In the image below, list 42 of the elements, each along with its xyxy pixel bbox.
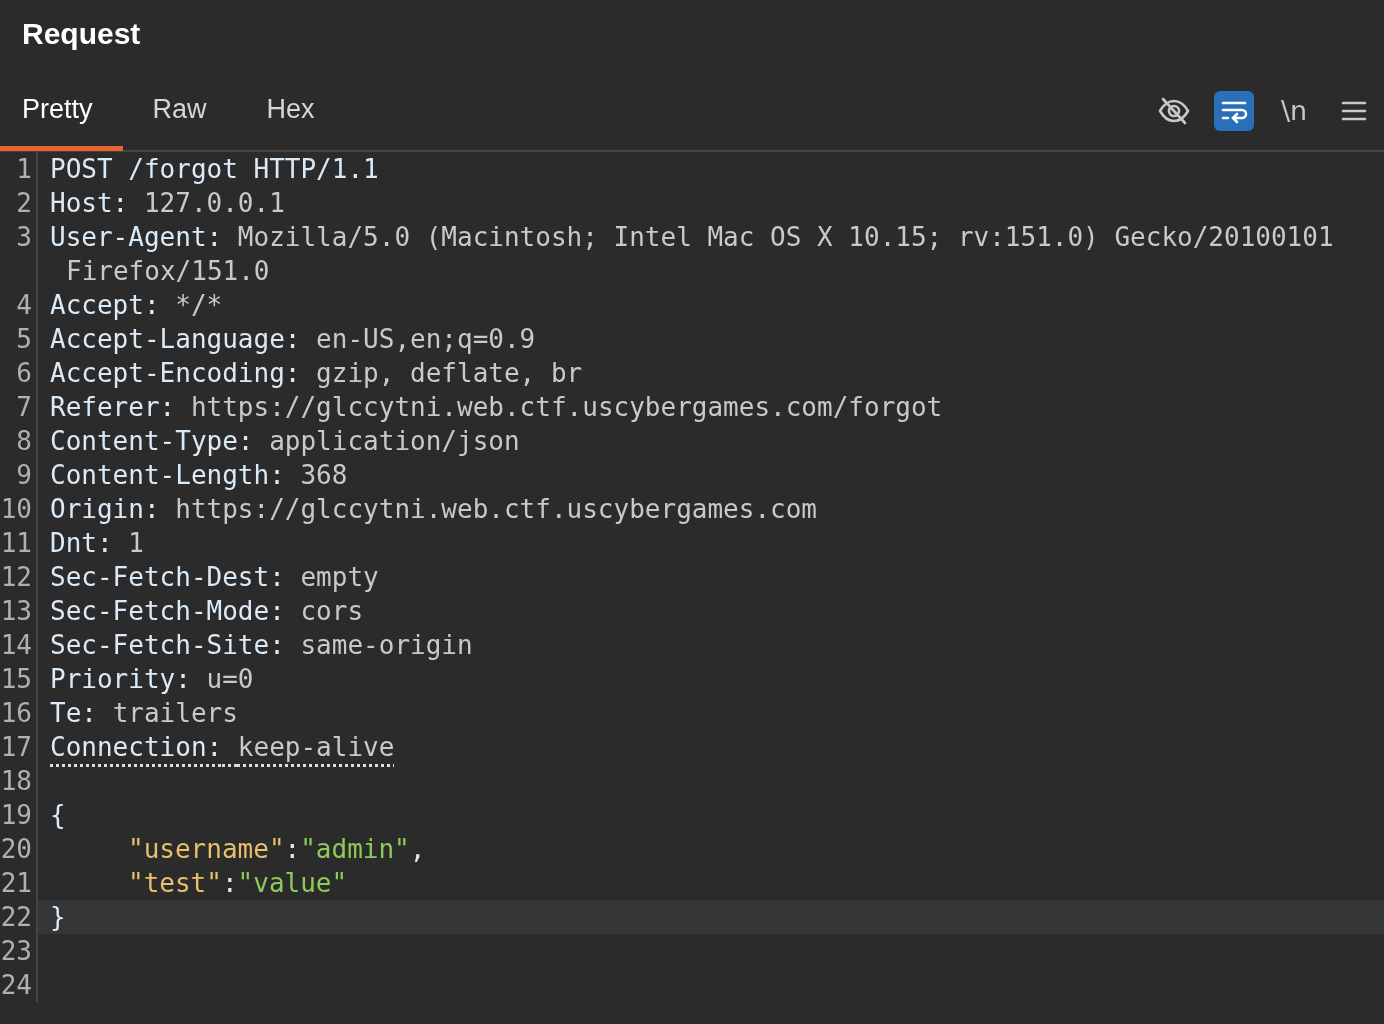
line-number: 23 [0, 934, 38, 968]
code-line: { [50, 799, 66, 832]
code-line: } [50, 901, 66, 934]
newline-button[interactable]: \n [1274, 91, 1314, 131]
code-line: "username":"admin", [128, 833, 426, 866]
code-line: Sec-Fetch-Mode: cors [50, 595, 364, 628]
menu-icon [1341, 99, 1367, 123]
code-line: User-Agent: Mozilla/5.0 (Macintosh; Intel Mac OS X 10.15; rv:151.0) Gecko/20100101 Firefox/151.0 [50, 221, 1335, 288]
tab[interactable]: Raw [122, 73, 237, 151]
code-line: POST /forgot HTTP/1.1 [50, 153, 379, 186]
line-number: 22 [0, 900, 38, 934]
line-number: 13 [0, 594, 38, 628]
line-number: 16 [0, 696, 38, 730]
code-line: Content-Length: 368 [50, 459, 348, 492]
line-number: 10 [0, 492, 38, 526]
line-number: 14 [0, 628, 38, 662]
code-line: Priority: u=0 [50, 663, 254, 696]
code-line: Host: 127.0.0.1 [50, 187, 285, 220]
line-number: 20 [0, 832, 38, 866]
code-line: Sec-Fetch-Dest: empty [50, 561, 379, 594]
code-line: Accept-Encoding: gzip, deflate, br [50, 357, 583, 390]
line-number: 18 [0, 764, 38, 798]
line-number: 12 [0, 560, 38, 594]
code-line: "test":"value" [128, 867, 348, 900]
code-line: Accept-Language: en-US,en;q=0.9 [50, 323, 536, 356]
code-line: Content-Type: application/json [50, 425, 520, 458]
code-line: Sec-Fetch-Site: same-origin [50, 629, 473, 662]
code-line: Dnt: 1 [50, 527, 144, 560]
line-number: 15 [0, 662, 38, 696]
wrap-button[interactable] [1214, 91, 1254, 131]
line-number: 11 [0, 526, 38, 560]
line-number: 21 [0, 866, 38, 900]
code-line: Origin: https://glccytni.web.ctf.uscybergames.com [50, 493, 818, 526]
panel-title: Request [21, 16, 142, 52]
code-line: Referer: https://glccytni.web.ctf.uscybergames.com/forgot [50, 391, 943, 424]
code-line: Accept: */* [50, 289, 223, 322]
line-number: 19 [0, 798, 38, 832]
code-line: Te: trailers [50, 697, 238, 730]
code-line: Connection: keep-alive [50, 731, 395, 764]
line-number: 24 [0, 968, 38, 1002]
line-number: 17 [0, 730, 38, 764]
tab[interactable]: Hex [236, 73, 345, 151]
